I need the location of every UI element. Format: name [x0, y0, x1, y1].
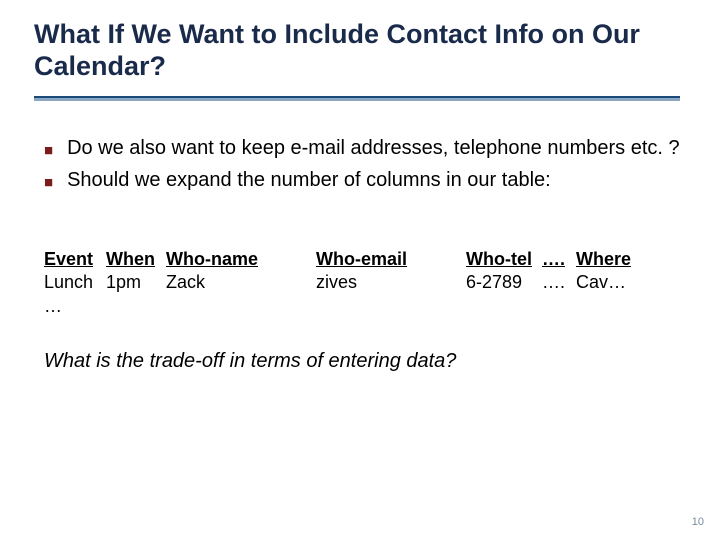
table-ellipsis-row: …	[44, 295, 680, 318]
example-table: Event When Who-name Who-email Who-tel ….…	[44, 248, 680, 318]
title-underline	[34, 96, 680, 101]
bullet-marker-icon: ■	[44, 141, 53, 160]
bullet-text: Should we expand the number of columns i…	[67, 168, 680, 194]
col-header-where: Where	[576, 248, 680, 271]
tradeoff-question: What is the trade-off in terms of enteri…	[44, 350, 680, 373]
slide-title: What If We Want to Include Contact Info …	[34, 18, 680, 83]
cell-dots: ….	[542, 271, 576, 294]
col-header-name: Who-name	[166, 248, 316, 271]
col-header-dots: ….	[542, 248, 576, 271]
cell-email: zives	[316, 271, 466, 294]
cell-ellipsis: …	[44, 295, 106, 318]
col-header-email: Who-email	[316, 248, 466, 271]
bullet-item: ■ Should we expand the number of columns…	[44, 168, 680, 194]
cell-when: 1pm	[106, 271, 166, 294]
bullet-item: ■ Do we also want to keep e-mail address…	[44, 136, 680, 162]
bullet-list: ■ Do we also want to keep e-mail address…	[44, 136, 680, 199]
col-header-tel: Who-tel	[466, 248, 542, 271]
col-header-event: Event	[44, 248, 106, 271]
page-number: 10	[692, 516, 704, 528]
bullet-text: Do we also want to keep e-mail addresses…	[67, 136, 680, 162]
cell-event: Lunch	[44, 271, 106, 294]
table-header-row: Event When Who-name Who-email Who-tel ….…	[44, 248, 680, 271]
bullet-marker-icon: ■	[44, 173, 53, 192]
slide: What If We Want to Include Contact Info …	[0, 0, 720, 540]
table-row: Lunch 1pm Zack zives 6-2789 …. Cav…	[44, 271, 680, 294]
cell-name: Zack	[166, 271, 316, 294]
cell-where: Cav…	[576, 271, 680, 294]
cell-tel: 6-2789	[466, 271, 542, 294]
col-header-when: When	[106, 248, 166, 271]
